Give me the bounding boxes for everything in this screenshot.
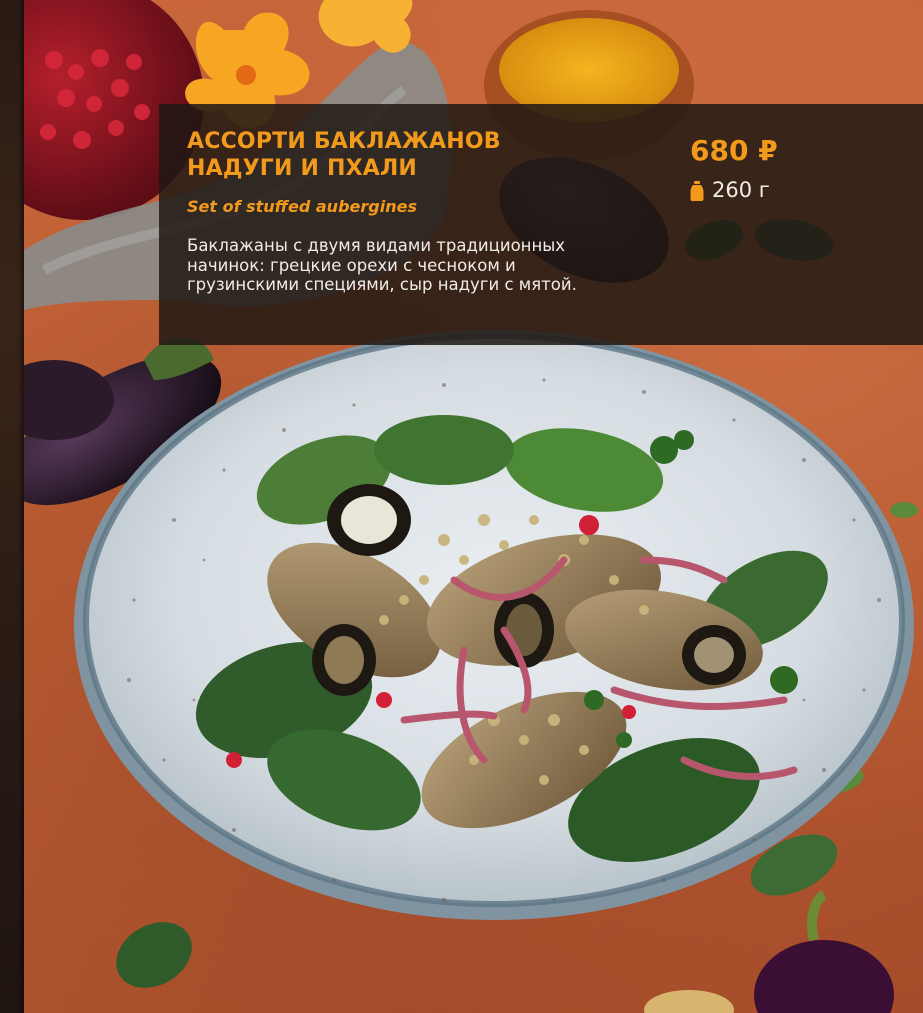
dish-description: Баклажаны с двумя видами традиционных на…: [187, 236, 577, 294]
dish-price: 680 ₽: [690, 134, 778, 167]
dish-weight: 260 г: [690, 176, 770, 204]
dish-weight-value: 260 г: [712, 178, 770, 202]
left-edge-strip: [0, 0, 24, 1013]
dish-subtitle: Set of stuffed aubergines: [187, 197, 417, 216]
weight-icon: [690, 180, 704, 201]
dish-title: АССОРТИ БАКЛАЖАНОВ НАДУГИ И ПХАЛИ: [187, 129, 501, 181]
menu-page: АССОРТИ БАКЛАЖАНОВ НАДУГИ И ПХАЛИ Set of…: [0, 0, 923, 1013]
